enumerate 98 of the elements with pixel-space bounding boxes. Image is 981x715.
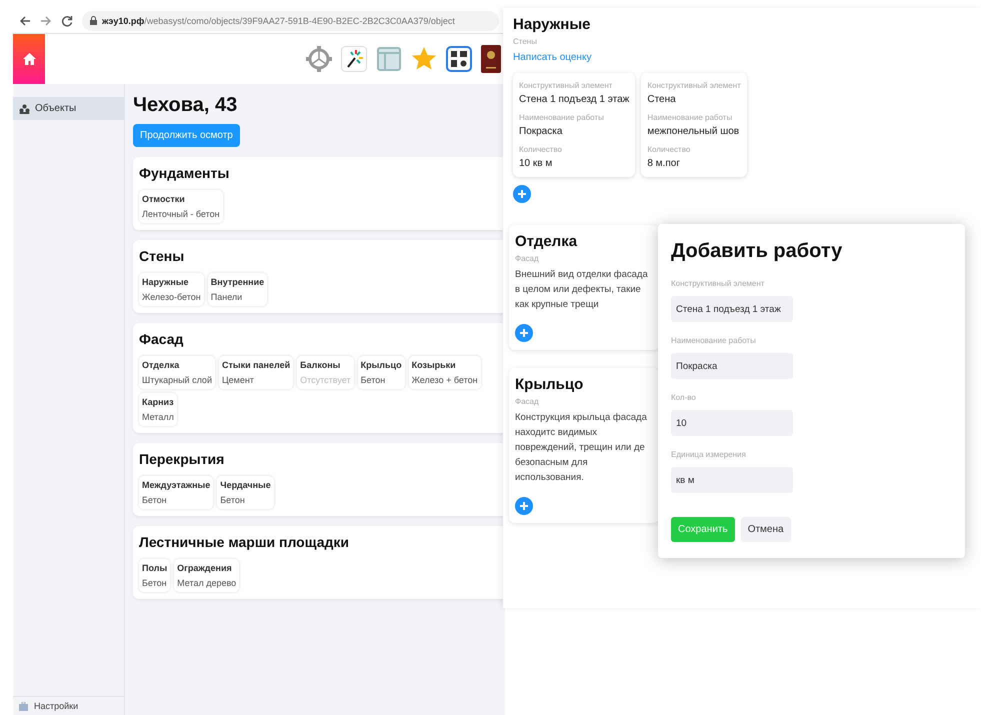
field-label: Кол-во: [671, 393, 696, 402]
star-icon[interactable]: [411, 46, 437, 72]
cancel-button[interactable]: Отмена: [740, 517, 791, 542]
input-field[interactable]: Стена 1 подъезд 1 этаж: [671, 296, 793, 322]
element-value: Железо + бетон: [412, 375, 478, 385]
reload-icon[interactable]: [61, 14, 73, 26]
tools-icon[interactable]: [446, 46, 472, 72]
section-title: Лестничные марши площадки: [139, 534, 350, 550]
field-value: 8 м.пог: [647, 158, 681, 169]
field-label: Наименование работы: [519, 113, 605, 122]
field-value: Стена 1 подъезд 1 этаж: [519, 94, 630, 105]
section-title: Фасад: [139, 331, 184, 347]
wand-icon[interactable]: [341, 46, 367, 72]
url-text: жэу10.рф/webasyst/como/objects/39F9AA27-591B-4E90-B2EC-2B2C3C0AA379/object: [102, 16, 455, 26]
element-chip[interactable]: Чердачные Бетон: [217, 476, 274, 509]
field-label: Количество: [647, 145, 692, 154]
element-chip[interactable]: Карниз Металл: [139, 393, 177, 426]
element-name: Междуэтажные: [142, 480, 210, 490]
house-icon: [22, 53, 36, 65]
briefcase-icon: [19, 702, 28, 710]
element-value: Ленточный - бетон: [142, 209, 220, 219]
element-chip[interactable]: Полы Бетон: [139, 559, 170, 592]
gear-icon[interactable]: [306, 46, 332, 72]
field-label: Количество: [519, 145, 563, 154]
element-chip[interactable]: Внутренние Панели: [208, 273, 268, 306]
section-title: Перекрытия: [139, 451, 226, 467]
element-chip[interactable]: Междуэтажные Бетон: [139, 476, 214, 509]
dialog-title: Добавить работу: [671, 240, 842, 263]
element-category: Стены: [513, 37, 537, 46]
field-value: межпонельный шов: [647, 126, 740, 137]
home-button[interactable]: [13, 34, 45, 84]
element-value: Цемент: [222, 375, 255, 385]
element-chip[interactable]: Крыльцо Бетон: [358, 356, 405, 389]
add-button[interactable]: [515, 497, 533, 515]
element-value: Отсутствует: [300, 375, 351, 385]
element-title: Наружные: [513, 16, 591, 33]
group-icon: [19, 104, 30, 114]
inspection-text: Внешний вид отделки фасада в целом или дефекты, такие как крупные трещи: [515, 268, 649, 312]
field-value: Покраска: [519, 126, 564, 137]
element-name: Карниз: [142, 397, 174, 407]
inspection-category: Фасад: [515, 397, 540, 406]
inspection-title: Крыльцо: [515, 376, 584, 393]
element-chip[interactable]: Отделка Штукарный слой: [139, 356, 215, 389]
field-value: 10 кв м: [519, 158, 554, 169]
element-name: Полы: [142, 563, 168, 573]
element-name: Внутренние: [210, 277, 264, 287]
inspection-title: Отделка: [515, 233, 578, 250]
field-label: Наименование работы: [671, 336, 756, 345]
lock-icon: [90, 16, 97, 25]
section-title: Фундаменты: [139, 165, 230, 181]
field-label: Конструктивный элемент: [647, 81, 741, 90]
element-name: Козырьки: [412, 360, 457, 370]
element-value: Бетон: [220, 495, 246, 505]
element-value: Бетон: [142, 495, 168, 505]
field-label: Конструктивный элемент: [519, 81, 614, 90]
field-label: Конструктивный элемент: [671, 279, 764, 288]
element-value: Бетон: [142, 578, 168, 588]
element-chip[interactable]: Ограждения Метал дерево: [174, 559, 240, 592]
work-card[interactable]: Конструктивный элемент Стена Наименование работы межпонельный шов Количество 8 м.пог: [641, 73, 747, 177]
element-chip[interactable]: Отмостки Ленточный - бетон: [139, 190, 223, 223]
element-name: Отмостки: [142, 194, 186, 204]
element-value: Штукарный слой: [142, 375, 212, 385]
element-chip[interactable]: Стыки панелей Цемент: [218, 356, 294, 389]
element-name: Балконы: [300, 360, 342, 370]
field-label: Наименование работы: [647, 113, 734, 122]
window-icon[interactable]: [376, 46, 402, 72]
element-name: Наружные: [142, 277, 190, 287]
input-field[interactable]: 10: [671, 410, 793, 436]
element-value: Бетон: [360, 375, 386, 385]
inspection-text: Конструкция крыльца фасада находитс видимых повреждений, трещин или де безопасным для использования.: [515, 411, 648, 485]
element-name: Стыки панелей: [222, 360, 290, 370]
settings-link[interactable]: Настройки: [13, 696, 124, 715]
inspection-category: Фасад: [515, 254, 540, 263]
element-chip[interactable]: Козырьки Железо + бетон: [408, 356, 481, 389]
field-value: Стена: [647, 94, 677, 105]
book-icon[interactable]: [481, 45, 501, 73]
field-label: Единица измерения: [671, 450, 746, 459]
element-value: Железо-бетон: [142, 292, 201, 302]
forward-icon[interactable]: [40, 14, 52, 26]
add-button[interactable]: [513, 185, 531, 203]
element-name: Крыльцо: [360, 360, 402, 370]
address-field[interactable]: жэу10.рф/webasyst/como/objects/39F9AA27-591B-4E90-B2EC-2B2C3C0AA379/object: [82, 10, 499, 30]
add-button[interactable]: [515, 324, 533, 342]
object-title: Чехова, 43: [133, 94, 238, 117]
input-field[interactable]: Покраска: [671, 353, 793, 379]
element-name: Ограждения: [177, 563, 233, 573]
element-chip[interactable]: Балконы Отсутствует: [297, 356, 354, 389]
sidebar-item[interactable]: Объекты: [13, 97, 124, 120]
element-value: Металл: [142, 412, 174, 422]
element-value: Метал дерево: [177, 578, 236, 588]
element-name: Отделка: [142, 360, 180, 370]
work-card[interactable]: Конструктивный элемент Стена 1 подъезд 1 этаж Наименование работы Покраска Количество 10 кв м: [513, 73, 636, 177]
section-title: Стены: [139, 248, 186, 264]
input-field[interactable]: кв м: [671, 467, 793, 493]
back-icon[interactable]: [19, 14, 31, 26]
element-name: Чердачные: [220, 480, 271, 490]
element-value: Панели: [210, 292, 244, 302]
element-chip[interactable]: Наружные Железо-бетон: [139, 273, 204, 306]
